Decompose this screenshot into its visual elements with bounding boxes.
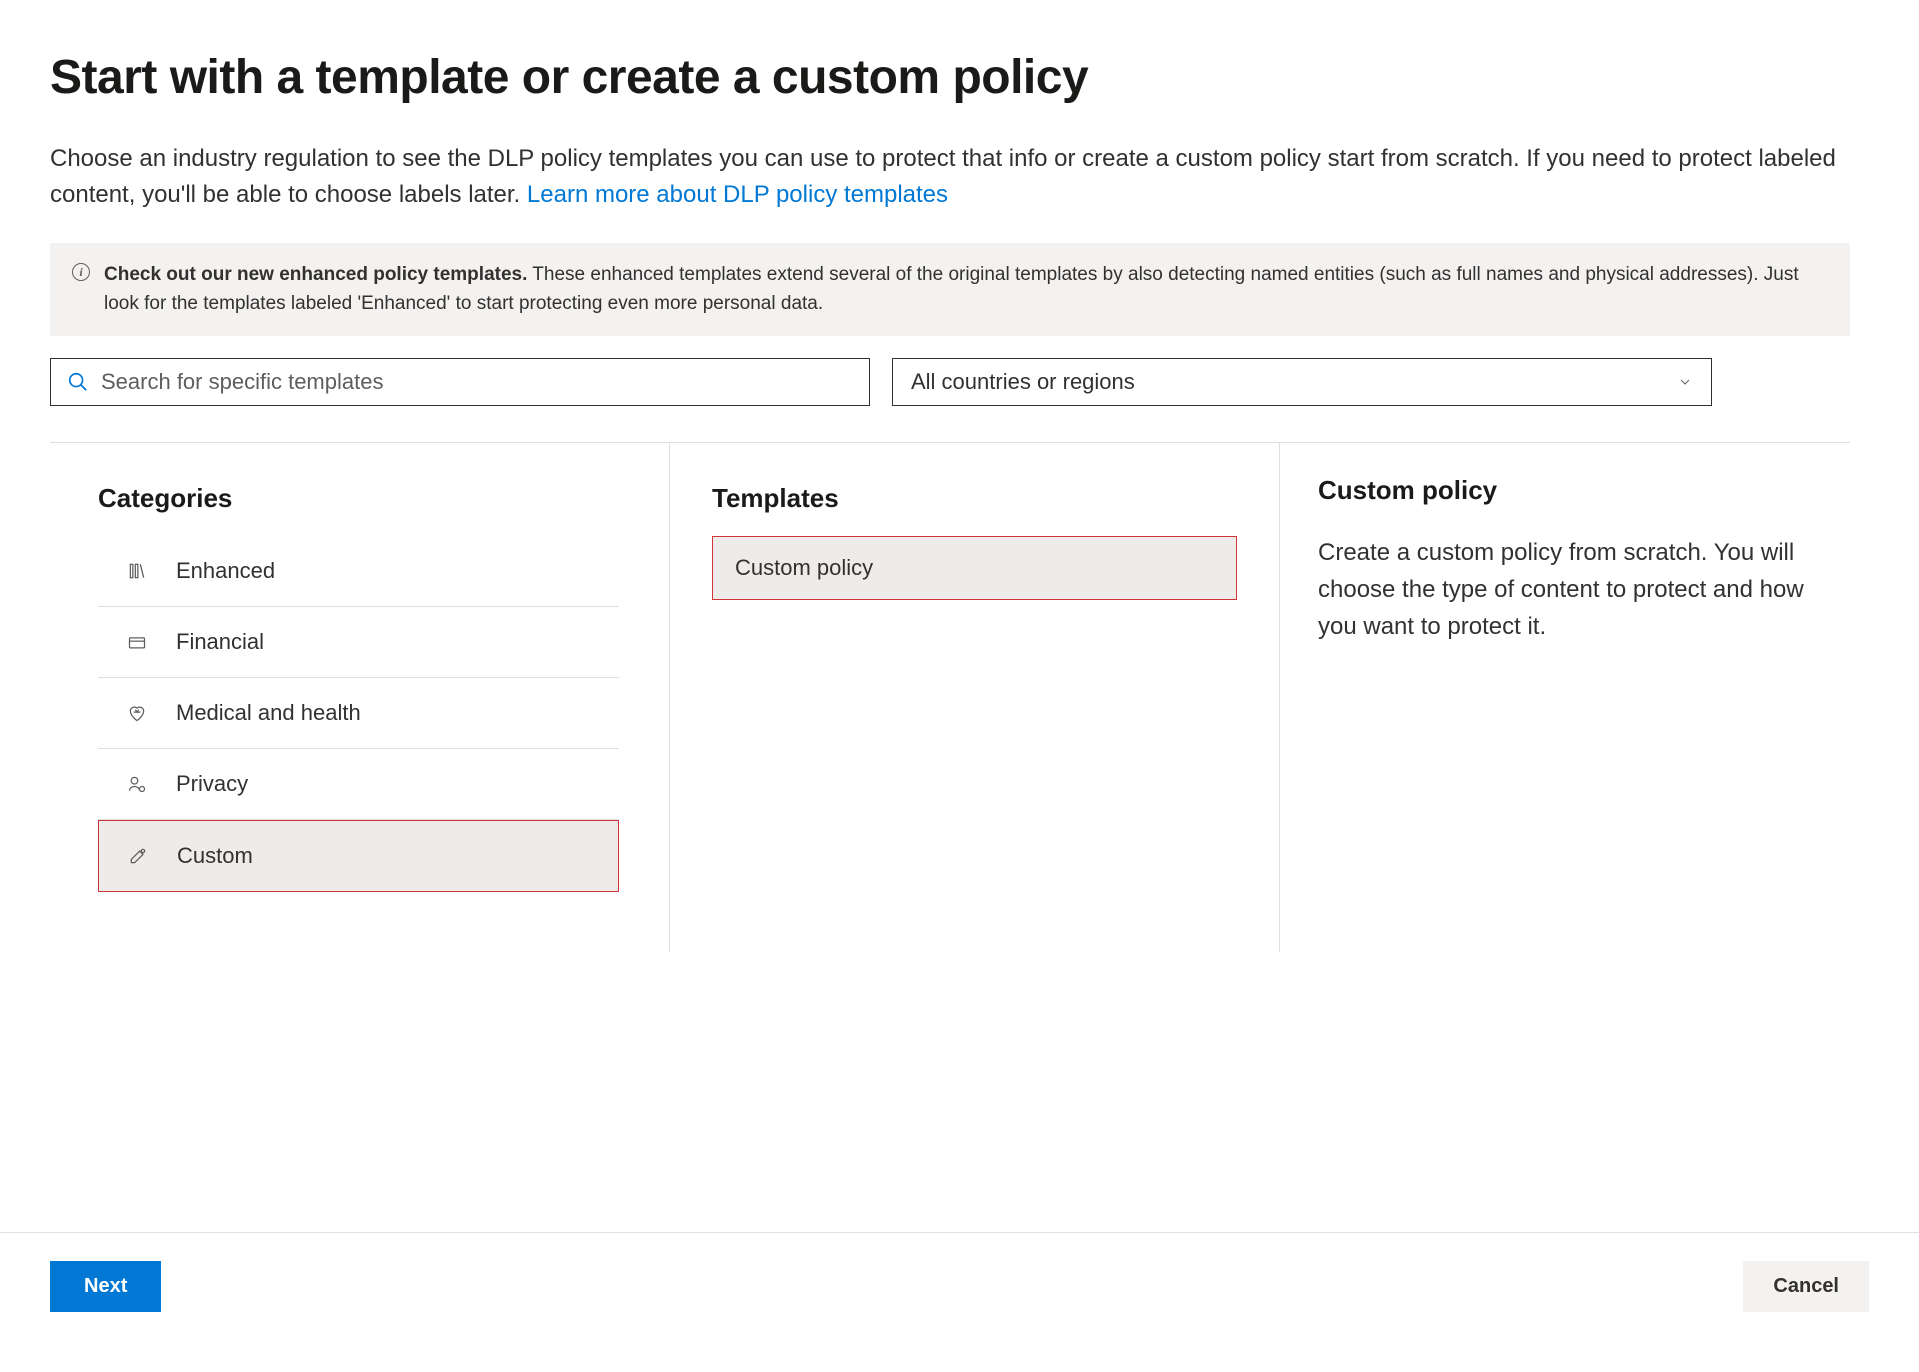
category-item-medical[interactable]: Medical and health xyxy=(98,678,619,749)
enhanced-icon xyxy=(126,560,148,582)
category-item-custom[interactable]: Custom xyxy=(98,820,619,892)
info-icon: i xyxy=(72,263,90,281)
search-input[interactable] xyxy=(101,369,853,395)
custom-icon xyxy=(127,845,149,867)
category-item-financial[interactable]: Financial xyxy=(98,607,619,678)
template-item-custom-policy[interactable]: Custom policy xyxy=(712,536,1237,600)
detail-column: Custom policy Create a custom policy fro… xyxy=(1280,443,1850,952)
footer-bar: Next Cancel xyxy=(0,1232,1919,1312)
learn-more-link[interactable]: Learn more about DLP policy templates xyxy=(527,181,948,208)
chevron-down-icon xyxy=(1677,374,1693,390)
info-banner-text: Check out our new enhanced policy templa… xyxy=(104,261,1828,318)
privacy-icon xyxy=(126,773,148,795)
next-button[interactable]: Next xyxy=(50,1261,161,1312)
detail-description: Create a custom policy from scratch. You… xyxy=(1318,534,1820,646)
region-select[interactable]: All countries or regions xyxy=(892,358,1712,406)
region-selected-value: All countries or regions xyxy=(911,369,1135,395)
templates-column: Templates Custom policy xyxy=(670,443,1280,952)
category-label: Medical and health xyxy=(176,700,361,726)
columns-wrapper: Categories Enhanced xyxy=(50,442,1850,952)
financial-icon xyxy=(126,631,148,653)
detail-title: Custom policy xyxy=(1318,475,1820,506)
categories-column: Categories Enhanced xyxy=(50,443,670,952)
info-banner: i Check out our new enhanced policy temp… xyxy=(50,243,1850,336)
medical-icon xyxy=(126,702,148,724)
category-item-enhanced[interactable]: Enhanced xyxy=(98,536,619,607)
page-description: Choose an industry regulation to see the… xyxy=(50,141,1850,213)
filter-row: All countries or regions xyxy=(50,358,1850,406)
info-banner-bold: Check out our new enhanced policy templa… xyxy=(104,264,527,285)
page-title: Start with a template or create a custom… xyxy=(50,50,1850,105)
category-label: Enhanced xyxy=(176,558,275,584)
category-item-privacy[interactable]: Privacy xyxy=(98,749,619,820)
templates-heading: Templates xyxy=(712,483,1237,514)
template-label: Custom policy xyxy=(735,555,873,580)
cancel-button[interactable]: Cancel xyxy=(1743,1261,1869,1312)
category-list: Enhanced Financial xyxy=(50,536,669,892)
info-icon-wrapper: i xyxy=(72,261,90,281)
category-label: Privacy xyxy=(176,771,248,797)
category-label: Custom xyxy=(177,843,253,869)
category-label: Financial xyxy=(176,629,264,655)
search-icon xyxy=(67,371,89,393)
search-box[interactable] xyxy=(50,358,870,406)
categories-heading: Categories xyxy=(50,483,669,514)
